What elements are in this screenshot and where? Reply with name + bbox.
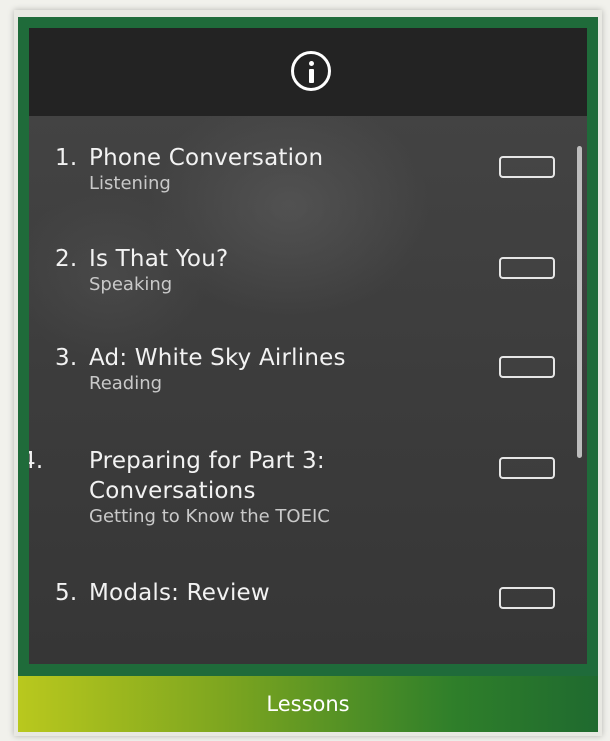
lesson-number: 1. [55, 145, 78, 171]
lesson-subtitle: Listening [89, 173, 171, 194]
lesson-subtitle: Reading [89, 373, 163, 394]
info-icon-dot [309, 61, 314, 66]
lesson-2-checkbox[interactable] [499, 257, 555, 279]
lessons-tab-button[interactable]: Lessons [18, 676, 598, 732]
info-icon-stem [309, 69, 314, 83]
lesson-item-4[interactable]: 4. Preparing for Part 3: Conversations Ge… [29, 446, 555, 528]
lesson-list: 1. Phone Conversation Listening 2. Is That… [29, 116, 587, 664]
lesson-title: 2. Is That You? [55, 244, 555, 274]
lesson-title-text: Phone Conversation [89, 145, 324, 171]
lessons-tab-label: Lessons [266, 692, 350, 716]
lesson-number: 5. [55, 580, 78, 606]
scrollbar-thumb[interactable] [577, 146, 582, 458]
lesson-title-text: Ad: White Sky Airlines [89, 345, 346, 371]
lesson-title: 1. Phone Conversation [55, 143, 555, 173]
panel-header [29, 28, 587, 116]
lesson-item-3[interactable]: 3. Ad: White Sky Airlines Reading [55, 343, 555, 395]
lesson-1-checkbox[interactable] [499, 156, 555, 178]
lesson-title-text: Preparing for Part 3: Conversations [89, 448, 325, 504]
lesson-item-1[interactable]: 1. Phone Conversation Listening [55, 143, 555, 195]
info-icon[interactable] [291, 51, 331, 91]
lesson-subtitle: Speaking [89, 274, 173, 295]
lesson-title: 3. Ad: White Sky Airlines [55, 343, 555, 373]
lesson-subtitle: Getting to Know the TOEIC [89, 506, 330, 527]
lesson-item-5[interactable]: 5. Modals: Review [55, 578, 555, 608]
lesson-title-text: Modals: Review [89, 580, 270, 606]
lesson-5-checkbox[interactable] [499, 587, 555, 609]
lessons-panel-inner: 1. Phone Conversation Listening 2. Is That… [29, 28, 587, 664]
lessons-panel: 1. Phone Conversation Listening 2. Is That… [18, 17, 598, 676]
lesson-title: 5. Modals: Review [55, 578, 555, 608]
lesson-number: 4. [29, 448, 44, 474]
lesson-3-checkbox[interactable] [499, 356, 555, 378]
lesson-item-2[interactable]: 2. Is That You? Speaking [55, 244, 555, 296]
lesson-title-text: Is That You? [89, 246, 229, 272]
lesson-4-checkbox[interactable] [499, 457, 555, 479]
lesson-number: 2. [55, 246, 78, 272]
lesson-number: 3. [55, 345, 78, 371]
lesson-title: 4. Preparing for Part 3: Conversations [29, 446, 489, 506]
